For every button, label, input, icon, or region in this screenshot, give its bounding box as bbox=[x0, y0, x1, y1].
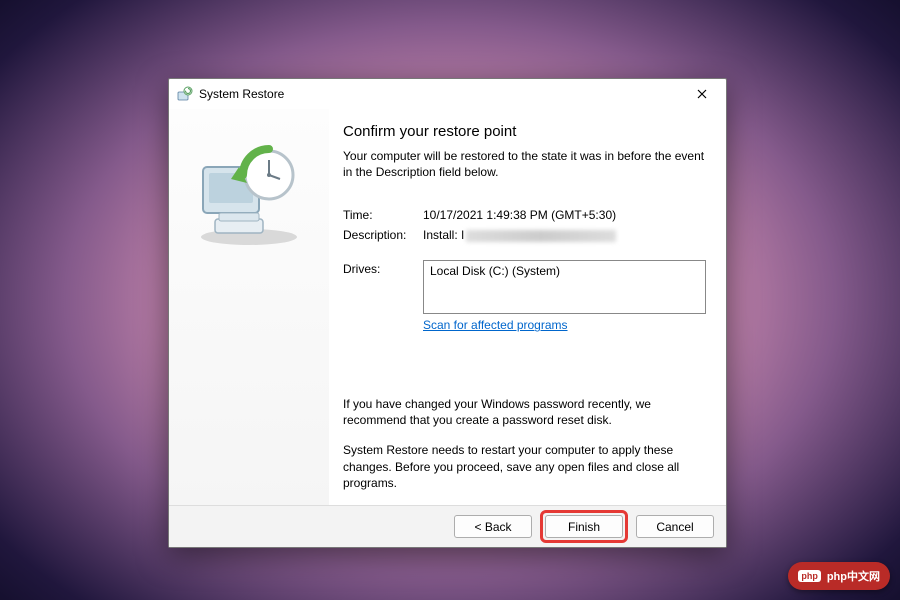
time-label: Time: bbox=[343, 208, 423, 222]
drives-item[interactable]: Local Disk (C:) (System) bbox=[430, 264, 699, 278]
php-logo-icon: php bbox=[798, 570, 821, 582]
back-button[interactable]: < Back bbox=[454, 515, 532, 538]
page-heading: Confirm your restore point bbox=[343, 123, 706, 140]
system-restore-illustration-icon bbox=[189, 139, 309, 252]
time-value: 10/17/2021 1:49:38 PM (GMT+5:30) bbox=[423, 208, 706, 222]
finish-highlight: Finish bbox=[540, 510, 628, 543]
system-restore-dialog: System Restore bbox=[168, 78, 727, 548]
window-title: System Restore bbox=[199, 87, 284, 101]
password-note: If you have changed your Windows passwor… bbox=[343, 396, 706, 428]
close-button[interactable] bbox=[686, 82, 718, 106]
finish-button[interactable]: Finish bbox=[545, 515, 623, 538]
close-icon bbox=[697, 86, 707, 102]
description-value: Install: I bbox=[423, 228, 706, 242]
description-label: Description: bbox=[343, 228, 423, 242]
wizard-main: Confirm your restore point Your computer… bbox=[329, 109, 726, 505]
intro-text: Your computer will be restored to the st… bbox=[343, 148, 706, 180]
drives-listbox[interactable]: Local Disk (C:) (System) bbox=[423, 260, 706, 314]
system-restore-icon bbox=[177, 86, 193, 102]
scan-affected-programs-link[interactable]: Scan for affected programs bbox=[423, 318, 568, 332]
restart-note: System Restore needs to restart your com… bbox=[343, 442, 706, 491]
watermark-text: php中文网 bbox=[827, 568, 880, 584]
cancel-button[interactable]: Cancel bbox=[636, 515, 714, 538]
drives-label: Drives: bbox=[343, 260, 423, 314]
titlebar[interactable]: System Restore bbox=[169, 79, 726, 109]
wizard-footer: < Back Finish Cancel bbox=[169, 505, 726, 547]
wizard-sidebar bbox=[169, 109, 329, 505]
watermark-badge: php php中文网 bbox=[788, 562, 890, 590]
redacted-text bbox=[466, 230, 616, 242]
